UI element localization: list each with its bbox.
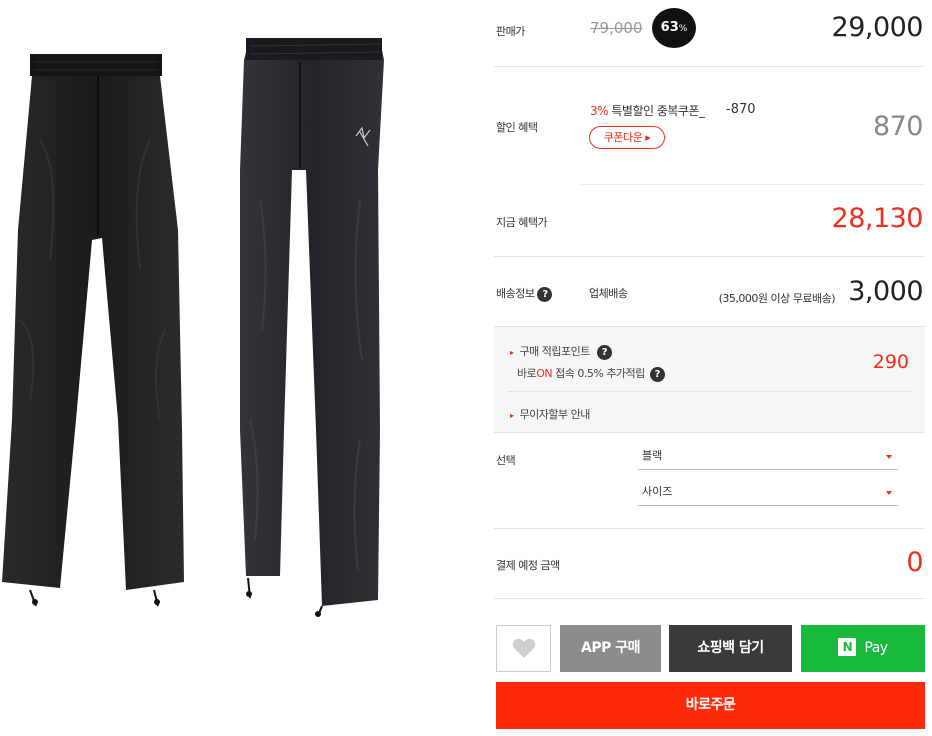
points-box: ▸ 구매 적립포인트 ? 바로ON 접속 0.5% 추가적립 ? 290 ▸ 무이자… — [494, 326, 925, 433]
original-price: 79,000 — [590, 19, 643, 37]
coupon-percent: 3% — [590, 104, 609, 118]
sale-price-label: 판매가 — [496, 25, 525, 38]
divider — [494, 256, 925, 257]
shipping-label-text: 배송정보 — [496, 287, 535, 300]
points-help-icon[interactable]: ? — [596, 344, 612, 360]
sale-price: 29,000 — [831, 12, 924, 43]
pants-left — [2, 54, 184, 607]
divider — [494, 66, 925, 67]
divider — [580, 184, 925, 185]
app-purchase-button[interactable]: APP 구매 — [560, 625, 661, 672]
purchase-points-text: 구매 적립포인트 — [519, 345, 591, 358]
color-select-value: 블랙 — [642, 449, 663, 462]
npay-label: Pay — [864, 640, 888, 656]
app-points-note: 바로ON 접속 0.5% 추가적립 ? — [517, 365, 665, 382]
discount-rate-unit: % — [678, 24, 688, 34]
discount-rate: 63 — [660, 20, 679, 35]
product-image — [0, 0, 480, 736]
add-to-cart-button[interactable]: 쇼핑백 담기 — [669, 625, 792, 672]
installment-info-text: 무이자할부 안내 — [519, 408, 591, 421]
free-shipping-note: (35,000원 이상 무료배송) — [718, 292, 836, 305]
total-amount: 0 — [906, 547, 923, 578]
pants-illustration — [2, 38, 384, 617]
app-points-help-icon[interactable]: ? — [649, 366, 665, 382]
npay-button[interactable]: N Pay — [801, 625, 925, 672]
discount-benefit-label: 할인 혜택 — [496, 121, 538, 134]
installment-info-link[interactable]: ▸ 무이자할부 안내 — [510, 406, 590, 422]
discount-total: 870 — [872, 111, 924, 142]
shipping-fee: 3,000 — [848, 276, 923, 307]
shipping-type: 업체배송 — [589, 287, 628, 300]
app-points-prefix: 바로 — [517, 367, 537, 380]
shipping-label: 배송정보 ? — [496, 285, 553, 302]
coupon-title: 특별할인 중복쿠폰_ — [608, 104, 705, 118]
option-label: 선택 — [496, 454, 516, 467]
app-points-suffix: 접속 0.5% 추가적립 — [552, 367, 645, 380]
divider — [508, 391, 912, 392]
coupon-download-button[interactable]: 쿠폰다운 ▸ — [589, 126, 665, 149]
coupon-amount: -870 — [726, 102, 756, 117]
buy-now-button[interactable]: 바로주문 — [496, 682, 925, 729]
purchase-points-value: 290 — [872, 351, 909, 373]
discount-rate-badge: 63% — [652, 8, 696, 48]
benefit-price: 28,130 — [831, 203, 924, 234]
pants-right — [240, 38, 384, 617]
shipping-help-icon[interactable]: ? — [537, 286, 553, 302]
heart-icon — [512, 638, 535, 658]
divider — [494, 528, 925, 529]
coupon-name: 3% 특별할인 중복쿠폰_ — [590, 102, 705, 119]
purchase-points-label: ▸ 구매 적립포인트 ? — [510, 343, 612, 360]
dropdown-caret-icon — [886, 455, 892, 459]
purchase-panel: 판매가 79,000 63% 29,000 할인 혜택 3% 특별할인 중복쿠폰… — [494, 0, 925, 736]
app-points-on: ON — [536, 367, 553, 380]
arrow-icon: ▸ — [510, 348, 514, 357]
size-select[interactable]: 사이즈 — [638, 480, 898, 506]
total-label: 결제 예정 금액 — [496, 559, 560, 572]
dropdown-caret-icon — [886, 491, 892, 495]
arrow-icon: ▸ — [510, 411, 514, 420]
size-select-value: 사이즈 — [642, 485, 673, 498]
npay-logo-icon: N — [838, 637, 857, 656]
benefit-price-label: 지금 혜택가 — [496, 216, 548, 229]
divider — [494, 598, 925, 599]
color-select[interactable]: 블랙 — [638, 444, 898, 470]
wishlist-button[interactable] — [496, 625, 551, 672]
